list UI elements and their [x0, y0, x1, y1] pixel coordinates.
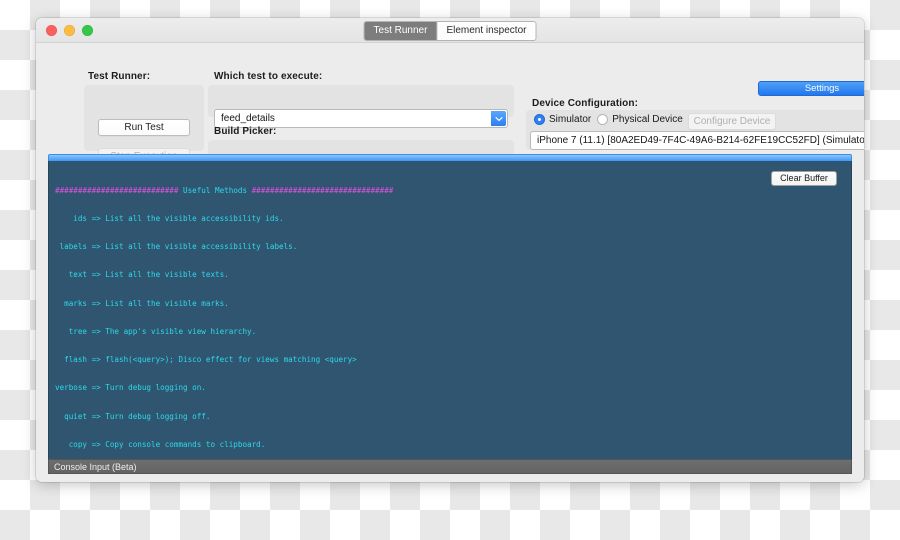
console-method-line: labels => List all the visible accessibi…: [55, 242, 298, 252]
radio-simulator-icon[interactable]: [534, 114, 545, 125]
console-scrollbar[interactable]: [48, 154, 852, 161]
configure-device-button[interactable]: Configure Device: [688, 113, 776, 130]
test-runner-group-label: Test Runner:: [88, 71, 151, 82]
title-bar: Test Runner Element inspector: [36, 18, 864, 43]
console-method-line: marks => List all the visible marks.: [55, 298, 229, 308]
console-method-line: copy => Copy console commands to clipboa…: [55, 439, 266, 449]
console-header-hashes-left: ###########################: [55, 185, 179, 195]
console-input-statusbar[interactable]: Console Input (Beta): [48, 459, 852, 474]
tab-bar: Test Runner Element inspector: [363, 21, 537, 41]
device-select-value: iPhone 7 (11.1) [80A2ED49-7F4C-49A6-B214…: [537, 135, 864, 146]
test-runner-panel: [84, 85, 204, 151]
maximize-window-button[interactable]: [82, 25, 93, 36]
settings-button[interactable]: Settings: [758, 81, 864, 96]
tab-element-inspector[interactable]: Element inspector: [436, 22, 536, 40]
chevron-down-icon[interactable]: [491, 111, 506, 126]
console-header-title: Useful Methods: [178, 185, 252, 195]
tab-test-runner[interactable]: Test Runner: [364, 22, 437, 40]
close-window-button[interactable]: [46, 25, 57, 36]
device-type-radio-group: Simulator Physical Device: [534, 114, 683, 125]
which-test-group-label: Which test to execute:: [214, 71, 323, 82]
radio-physical-device[interactable]: Physical Device: [597, 114, 683, 125]
console-output[interactable]: Clear Buffer ###########################…: [48, 161, 852, 464]
radio-simulator[interactable]: Simulator: [534, 114, 591, 125]
console-method-line: quiet => Turn debug logging off.: [55, 411, 211, 421]
console-method-line: text => List all the visible texts.: [55, 270, 229, 280]
app-window: Test Runner Element inspector Test Runne…: [36, 18, 864, 482]
device-configuration-group-label: Device Configuration:: [532, 98, 638, 109]
console-header-line: ########################### Useful Metho…: [55, 186, 393, 195]
radio-physical-device-icon[interactable]: [597, 114, 609, 125]
console-panel: Clear Buffer ###########################…: [48, 154, 852, 464]
radio-physical-device-label: Physical Device: [612, 114, 683, 125]
console-text: ########################### Useful Metho…: [55, 167, 393, 463]
traffic-lights: [46, 25, 93, 36]
console-input-label: Console Input (Beta): [54, 461, 137, 472]
radio-simulator-label: Simulator: [549, 114, 592, 125]
console-header-hashes-right: ###############################: [251, 185, 394, 195]
test-select-value: feed_details: [221, 113, 275, 124]
build-picker-group-label: Build Picker:: [214, 126, 277, 137]
run-test-button[interactable]: Run Test: [98, 119, 190, 136]
minimize-window-button[interactable]: [64, 25, 75, 36]
console-method-line: tree => The app's visible view hierarchy…: [55, 326, 257, 336]
console-method-line: flash => flash(<query>); Disco effect fo…: [55, 355, 357, 365]
console-method-line: ids => List all the visible accessibilit…: [55, 214, 284, 224]
configuration-area: Test Runner: Run Test Stop Execution Deb…: [36, 43, 864, 186]
console-method-line: verbose => Turn debug logging on.: [55, 383, 206, 393]
device-select[interactable]: iPhone 7 (11.1) [80A2ED49-7F4C-49A6-B214…: [530, 131, 864, 150]
clear-buffer-button[interactable]: Clear Buffer: [771, 171, 837, 186]
